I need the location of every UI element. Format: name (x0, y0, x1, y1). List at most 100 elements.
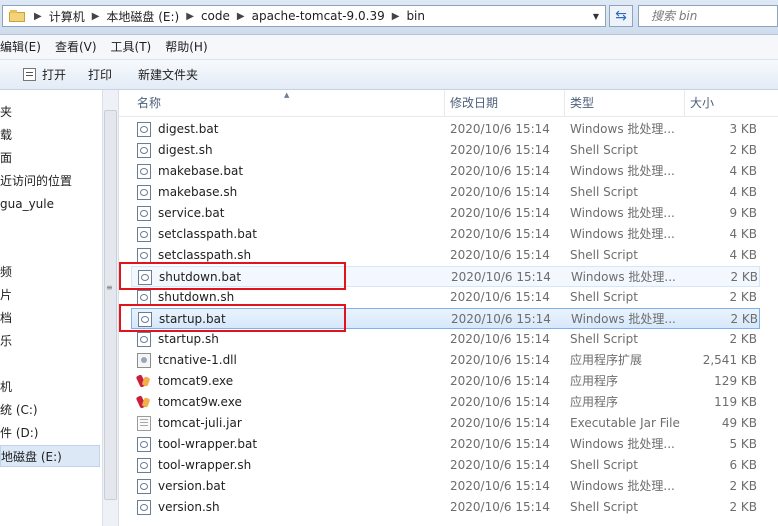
file-type: Windows 批处理... (571, 270, 676, 284)
print-button[interactable]: 打印 (81, 62, 119, 87)
nav-item-desktop[interactable]: 面 (0, 147, 100, 169)
nav-item-drive-c[interactable]: 统 (C:) (0, 399, 100, 421)
new-folder-button[interactable]: 新建文件夹 (131, 62, 205, 87)
column-header: ▲ 名称 修改日期 类型 大小 (119, 90, 778, 117)
table-row[interactable]: tomcat9.exe 2020/10/6 15:14 应用程序 129 KB (131, 371, 760, 392)
column-divider[interactable] (684, 90, 685, 116)
table-row[interactable]: version.bat 2020/10/6 15:14 Windows 批处理...… (131, 476, 760, 497)
nav-item-downloads[interactable]: 载 (0, 124, 100, 146)
batch-file-icon (137, 290, 151, 305)
chevron-down-icon[interactable]: ▼ (587, 6, 605, 26)
column-divider[interactable] (564, 90, 565, 116)
nav-scrollbar-thumb[interactable] (104, 110, 117, 500)
table-row[interactable]: tool-wrapper.bat 2020/10/6 15:14 Windows 批… (131, 434, 760, 455)
column-type[interactable]: 类型 (570, 90, 594, 116)
column-name[interactable]: 名称 (137, 90, 161, 116)
column-divider[interactable] (444, 90, 445, 116)
file-date: 2020/10/6 15:14 (450, 395, 550, 409)
batch-file-icon (137, 164, 151, 179)
nav-item-pictures[interactable]: 片 (0, 284, 100, 306)
file-date: 2020/10/6 15:14 (450, 374, 550, 388)
breadcrumb-separator-icon[interactable]: ▶ (181, 11, 199, 22)
file-size: 6 KB (729, 458, 757, 472)
nav-item-documents[interactable]: 档 (0, 307, 100, 329)
file-type: Executable Jar File (570, 416, 680, 430)
nav-item-drive-e[interactable]: 地磁盘 (E:) (0, 445, 100, 467)
menu-tools[interactable]: 工具(T) (104, 36, 159, 58)
breadcrumb-separator-icon[interactable]: ▶ (87, 11, 105, 22)
table-row[interactable]: tcnative-1.dll 2020/10/6 15:14 应用程序扩展 2,541… (131, 350, 760, 371)
file-size: 129 KB (714, 374, 757, 388)
table-row[interactable]: tomcat-juli.jar 2020/10/6 15:14 Executable… (131, 413, 760, 434)
print-label: 打印 (88, 68, 113, 82)
file-date: 2020/10/6 15:14 (450, 122, 550, 136)
batch-file-icon (137, 206, 151, 221)
file-date: 2020/10/6 15:14 (450, 353, 550, 367)
highlight-box (119, 304, 346, 332)
file-name: tool-wrapper.bat (158, 437, 258, 451)
file-date: 2020/10/6 15:14 (450, 416, 550, 430)
batch-file-icon (137, 143, 151, 158)
file-date: 2020/10/6 15:14 (450, 206, 550, 220)
file-type: Shell Script (570, 185, 638, 199)
batch-file-icon (137, 185, 151, 200)
nav-item-music[interactable]: 乐 (0, 330, 100, 352)
breadcrumb-computer[interactable]: 计算机 (47, 8, 87, 25)
column-date[interactable]: 修改日期 (450, 90, 498, 116)
table-row[interactable]: tomcat9w.exe 2020/10/6 15:14 应用程序 119 KB (131, 392, 760, 413)
table-row[interactable]: makebase.sh 2020/10/6 15:14 Shell Script 4 … (131, 182, 760, 203)
menu-help[interactable]: 帮助(H) (158, 36, 214, 58)
file-type: 应用程序 (570, 395, 619, 409)
dll-file-icon (137, 353, 151, 368)
batch-file-icon (137, 122, 151, 137)
file-name: tomcat9.exe (158, 374, 234, 388)
table-row[interactable]: setclasspath.bat 2020/10/6 15:14 Windows 批… (131, 224, 760, 245)
file-size: 2 KB (729, 500, 757, 514)
menu-edit[interactable]: 编辑(E) (0, 36, 48, 58)
table-row[interactable]: makebase.bat 2020/10/6 15:14 Windows 批处理..… (131, 161, 760, 182)
nav-item-favorites[interactable]: 夹 (0, 101, 100, 123)
breadcrumb-code[interactable]: code (199, 9, 232, 23)
file-date: 2020/10/6 15:14 (450, 458, 550, 472)
file-type: Windows 批处理... (570, 437, 675, 451)
breadcrumb-separator-icon[interactable]: ▶ (232, 11, 250, 22)
file-type: Windows 批处理... (570, 164, 675, 178)
highlight-box (119, 262, 346, 290)
nav-item-gua-yule[interactable]: gua_yule (0, 193, 100, 215)
breadcrumb[interactable]: ▶ 计算机 ▶ 本地磁盘 (E:) ▶ code ▶ apache-tomcat… (2, 5, 606, 27)
table-row[interactable]: digest.sh 2020/10/6 15:14 Shell Script 2 KB (131, 140, 760, 161)
nav-item-recent-places[interactable]: 近访问的位置 (0, 170, 100, 192)
file-date: 2020/10/6 15:14 (450, 248, 550, 262)
file-size: 2 KB (729, 143, 757, 157)
file-size: 3 KB (729, 122, 757, 136)
nav-item-drive-d[interactable]: 件 (D:) (0, 422, 100, 444)
file-size: 2 KB (730, 312, 758, 326)
table-row[interactable]: service.bat 2020/10/6 15:14 Windows 批处理...… (131, 203, 760, 224)
search-input[interactable] (649, 8, 777, 24)
table-row[interactable]: version.sh 2020/10/6 15:14 Shell Script 2 K… (131, 497, 760, 518)
batch-file-icon (137, 479, 151, 494)
refresh-button[interactable]: ⇆ (609, 5, 633, 27)
open-button[interactable]: 打开 (16, 62, 73, 87)
file-name: makebase.bat (158, 164, 244, 178)
breadcrumb-drive-e[interactable]: 本地磁盘 (E:) (104, 8, 181, 25)
file-size: 2 KB (730, 270, 758, 284)
file-type: Windows 批处理... (570, 227, 675, 241)
breadcrumb-separator-icon[interactable]: ▶ (387, 11, 405, 22)
search-box[interactable] (638, 5, 778, 27)
nav-item-videos[interactable]: 频 (0, 261, 100, 283)
table-row[interactable]: startup.sh 2020/10/6 15:14 Shell Script 2 K… (131, 329, 760, 350)
column-size[interactable]: 大小 (690, 90, 714, 116)
file-type: Shell Script (570, 143, 638, 157)
table-row[interactable]: digest.bat 2020/10/6 15:14 Windows 批处理... 3… (131, 119, 760, 140)
nav-item-computer[interactable]: 机 (0, 376, 100, 398)
table-row[interactable]: tool-wrapper.sh 2020/10/6 15:14 Shell Scri… (131, 455, 760, 476)
breadcrumb-separator-icon[interactable]: ▶ (29, 11, 47, 22)
file-type: Windows 批处理... (570, 122, 675, 136)
file-size: 119 KB (714, 395, 757, 409)
command-bar: 打开 打印 新建文件夹 (0, 60, 778, 90)
nav-scrollbar[interactable]: ≡ (102, 90, 119, 526)
menu-view[interactable]: 查看(V) (48, 36, 104, 58)
breadcrumb-tomcat[interactable]: apache-tomcat-9.0.39 (250, 9, 387, 23)
breadcrumb-bin[interactable]: bin (404, 9, 427, 23)
